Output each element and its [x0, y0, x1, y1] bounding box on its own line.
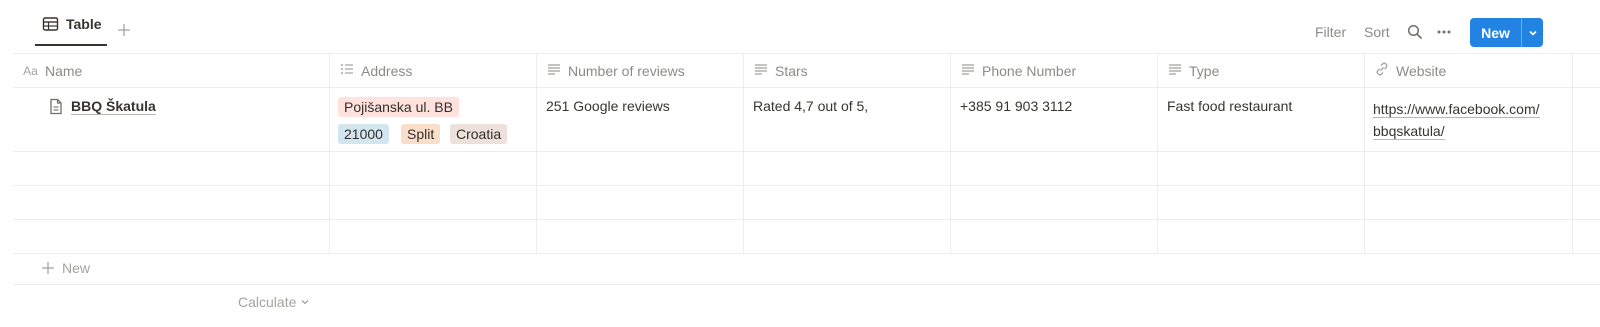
address-cell[interactable]: Pojišanska ul. BB 21000 Split Croatia	[330, 88, 537, 151]
text-icon	[1167, 61, 1183, 80]
text-icon	[753, 61, 769, 80]
phone-value: +385 91 903 3112	[960, 98, 1073, 114]
calculate-button[interactable]: Calculate	[238, 294, 310, 310]
filter-button[interactable]: Filter	[1315, 24, 1346, 41]
column-header-number-of-reviews[interactable]: Number of reviews	[537, 54, 744, 87]
aa-title-icon: Aa	[23, 63, 38, 78]
overflow-cell	[1573, 186, 1600, 219]
overflow-cell	[1573, 88, 1600, 151]
type-cell[interactable]: Fast food restaurant	[1158, 88, 1365, 151]
sort-button[interactable]: Sort	[1364, 24, 1390, 41]
address-tag: Croatia	[450, 124, 508, 144]
add-row-label: New	[62, 260, 91, 276]
website-cell[interactable]	[1365, 152, 1573, 185]
type-value: Fast food restaurant	[1167, 98, 1293, 114]
tab-table-view[interactable]: Table	[36, 16, 108, 54]
type-cell[interactable]	[1158, 152, 1365, 185]
column-header-label: Website	[1396, 62, 1447, 79]
name-cell[interactable]: BBQ Škatula	[13, 88, 330, 151]
reviews-value: 251 Google reviews	[546, 98, 670, 114]
chevron-down-icon	[300, 294, 310, 310]
address-cell[interactable]	[330, 152, 537, 185]
type-cell[interactable]	[1158, 220, 1365, 253]
chevron-down-icon[interactable]	[1522, 18, 1543, 47]
text-icon	[960, 61, 976, 80]
database-toolbar: Table Filter Sort New	[0, 0, 1600, 54]
website-cell[interactable]	[1365, 186, 1573, 219]
name-cell[interactable]	[13, 186, 330, 219]
phone-cell[interactable]	[951, 186, 1158, 219]
website-line-1: https://www.facebook.com/	[1373, 101, 1540, 118]
table-row[interactable]	[13, 152, 1600, 186]
address-cell[interactable]	[330, 220, 537, 253]
database-table: Aa Name Address Number of reviews Stars …	[13, 53, 1600, 254]
active-tab-indicator	[35, 44, 107, 46]
column-header-label: Phone Number	[982, 62, 1077, 79]
new-button[interactable]: New	[1470, 18, 1543, 47]
column-header-address[interactable]: Address	[330, 54, 537, 87]
column-header-phone-number[interactable]: Phone Number	[951, 54, 1158, 87]
phone-cell[interactable]	[951, 220, 1158, 253]
add-view-button[interactable]	[116, 22, 132, 38]
table-row[interactable]	[13, 186, 1600, 220]
list-icon	[339, 61, 355, 80]
address-cell[interactable]	[330, 186, 537, 219]
link-icon	[1374, 61, 1390, 80]
reviews-cell[interactable]	[537, 186, 744, 219]
stars-cell[interactable]	[744, 220, 951, 253]
stars-cell[interactable]	[744, 186, 951, 219]
calculate-label: Calculate	[238, 294, 297, 310]
tab-table-label: Table	[66, 16, 102, 32]
stars-cell[interactable]: Rated 4,7 out of 5,	[744, 88, 951, 151]
reviews-cell[interactable]	[537, 220, 744, 253]
type-cell[interactable]	[1158, 186, 1365, 219]
column-header-label: Type	[1189, 62, 1220, 79]
row-title[interactable]: BBQ Škatula	[71, 98, 156, 115]
new-button-label[interactable]: New	[1470, 18, 1521, 47]
page-icon	[48, 98, 64, 118]
stars-cell[interactable]	[744, 152, 951, 185]
search-icon[interactable]	[1407, 24, 1423, 40]
text-icon	[546, 61, 562, 80]
plus-icon	[118, 24, 130, 36]
table-icon	[42, 16, 59, 37]
column-header-label: Stars	[775, 62, 808, 79]
column-header-type[interactable]: Type	[1158, 54, 1365, 87]
column-header-name[interactable]: Aa Name	[13, 54, 330, 87]
column-header-stars[interactable]: Stars	[744, 54, 951, 87]
column-header-label: Address	[361, 62, 413, 79]
overflow-cell	[1573, 220, 1600, 253]
plus-icon	[41, 261, 55, 280]
website-cell[interactable]	[1365, 220, 1573, 253]
table-row[interactable]	[13, 220, 1600, 254]
table-row[interactable]: BBQ Škatula Pojišanska ul. BB 21000 Spli…	[13, 88, 1600, 152]
reviews-cell[interactable]	[537, 152, 744, 185]
reviews-cell[interactable]: 251 Google reviews	[537, 88, 744, 151]
website-cell[interactable]: https://www.facebook.com/ bbqskatula/	[1365, 88, 1573, 151]
column-header-label: Number of reviews	[568, 62, 685, 79]
table-header-row: Aa Name Address Number of reviews Stars …	[13, 53, 1600, 88]
overflow-cell	[1573, 152, 1600, 185]
phone-cell[interactable]	[951, 152, 1158, 185]
column-header-overflow	[1573, 54, 1600, 87]
stars-value: Rated 4,7 out of 5,	[753, 98, 869, 114]
more-icon[interactable]	[1436, 24, 1452, 40]
add-row-button[interactable]: New	[13, 252, 1600, 285]
address-tag: Split	[401, 124, 441, 144]
address-tag: 21000	[338, 124, 389, 144]
address-tag: Pojišanska ul. BB	[338, 97, 459, 117]
column-header-label: Name	[45, 62, 83, 79]
name-cell[interactable]	[13, 152, 330, 185]
website-line-2: bbqskatula/	[1373, 123, 1445, 140]
name-cell[interactable]	[13, 220, 330, 253]
website-link[interactable]: https://www.facebook.com/ bbqskatula/	[1373, 98, 1563, 142]
phone-cell[interactable]: +385 91 903 3112	[951, 88, 1158, 151]
column-header-website[interactable]: Website	[1365, 54, 1573, 87]
